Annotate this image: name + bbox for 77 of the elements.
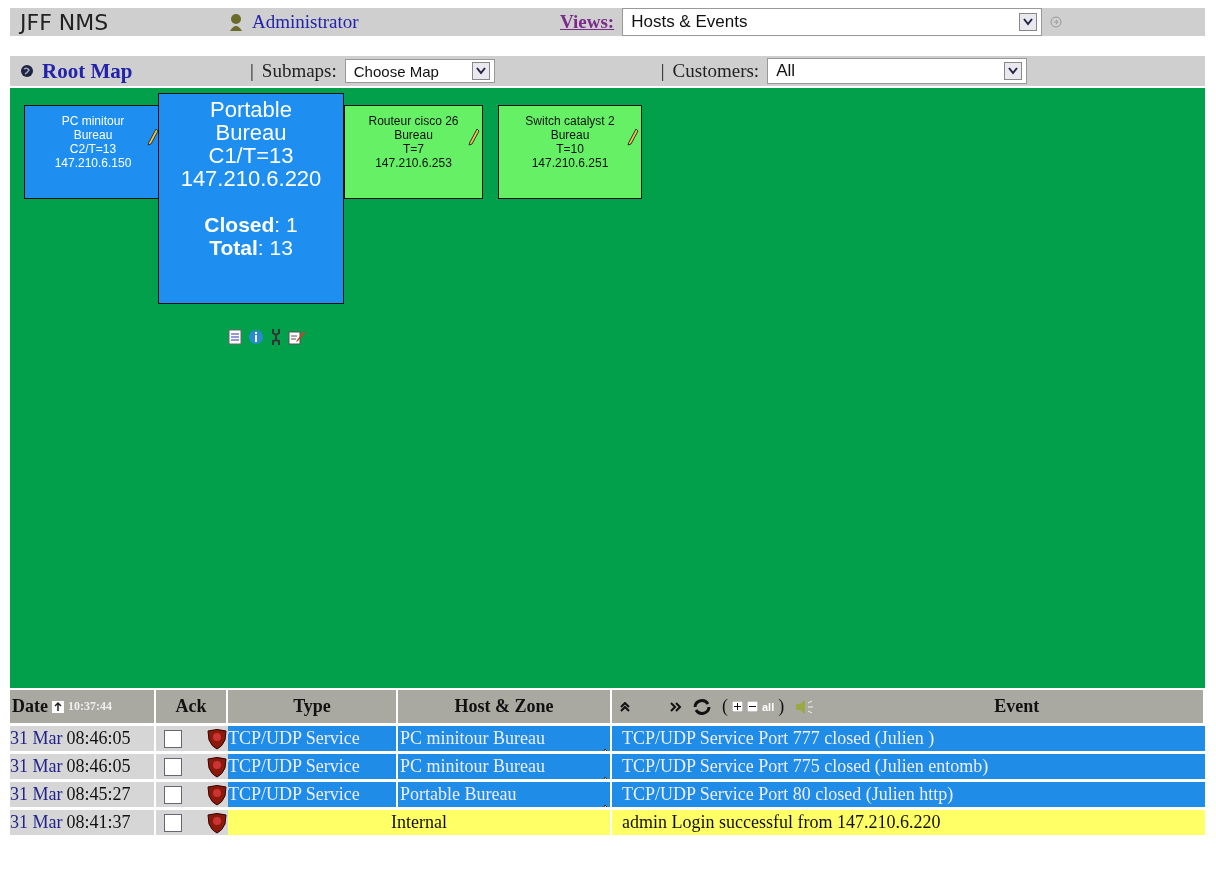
sort-up-icon[interactable]: [52, 700, 64, 713]
user-name[interactable]: Administrator: [252, 11, 552, 33]
user-icon: [228, 13, 244, 31]
double-up-icon[interactable]: [620, 701, 630, 712]
shield-icon: [206, 783, 228, 806]
table-cell: TCP/UDP Service Port 80 closed (Julien http): [612, 782, 1205, 807]
host-node[interactable]: Routeur cisco 26 Bureau T=7 147.210.6.253: [344, 105, 483, 199]
node-label: Routeur cisco 26: [367, 114, 460, 128]
ack-checkbox[interactable]: [164, 813, 182, 832]
shield-icon: [206, 811, 228, 834]
info-icon[interactable]: [248, 329, 264, 345]
wrench-icon[interactable]: [270, 328, 282, 346]
edit-icon[interactable]: [288, 329, 306, 345]
node-label: Switch catalyst 2: [524, 114, 616, 128]
shield-icon: [206, 755, 228, 778]
ack-checkbox[interactable]: [164, 729, 182, 748]
popup-label: 147.210.6.220: [179, 167, 323, 190]
date-column-title: Date: [12, 696, 48, 717]
table-cell: TCP/UDP Service Port 777 closed (Julien ): [612, 726, 1205, 751]
clock-time: 10:37:44: [68, 699, 112, 714]
ack-checkbox[interactable]: [164, 785, 182, 804]
date-cell: 31 Mar 08:46:05: [10, 726, 156, 751]
node-label: PC minitour: [60, 114, 126, 128]
paren-text: ): [778, 696, 785, 717]
node-label: T=10: [555, 142, 585, 156]
table-cell: admin Login successful from 147.210.6.220: [612, 810, 1205, 835]
table-cell: PC minitour Bureau: [398, 726, 598, 751]
table-cell: Internal: [228, 810, 612, 835]
table-cell: TCP/UDP Service: [228, 754, 398, 779]
date-cell: 31 Mar 08:41:37: [10, 810, 156, 835]
submaps-label: Submaps:: [261, 60, 337, 82]
node-label: 147.210.6.150: [53, 156, 133, 170]
node-label: Bureau: [393, 128, 434, 142]
pencil-icon[interactable]: [468, 128, 480, 146]
popup-stat: Total: 13: [208, 236, 294, 259]
separator: |: [250, 60, 254, 82]
table-cell: PC minitour Bureau: [398, 754, 598, 779]
plus-icon[interactable]: [732, 701, 743, 712]
shield-icon: [206, 727, 228, 750]
node-label: Bureau: [72, 128, 114, 142]
document-icon[interactable]: [228, 329, 242, 345]
app-title: JFF NMS: [20, 9, 110, 35]
submaps-select[interactable]: Choose Map: [344, 59, 495, 83]
node-label: T=7: [402, 142, 425, 156]
popup-label: Portable: [209, 98, 293, 121]
minus-icon[interactable]: [747, 701, 758, 712]
host-header[interactable]: Host & Zone: [398, 690, 612, 723]
pencil-icon[interactable]: [627, 128, 639, 146]
date-cell: 31 Mar 08:46:05: [10, 754, 156, 779]
customers-select[interactable]: All: [767, 58, 1028, 84]
refresh-icon[interactable]: [692, 697, 712, 716]
double-right-icon[interactable]: [670, 701, 682, 712]
type-header[interactable]: Type: [228, 690, 398, 723]
customers-label: Customers:: [672, 60, 760, 82]
paren-text: (: [722, 696, 728, 717]
ack-header[interactable]: Ack: [156, 690, 228, 723]
views-link[interactable]: Views:: [560, 11, 615, 33]
table-cell: TCP/UDP Service Port 775 closed (Julien entomb): [612, 754, 1205, 779]
separator: |: [660, 60, 665, 82]
date-header[interactable]: Date 10:37:44: [10, 690, 156, 723]
table-cell: TCP/UDP Service: [228, 782, 398, 807]
views-select[interactable]: Hosts & Events: [622, 8, 1043, 36]
popup-stat: Closed: 1: [203, 213, 299, 236]
root-map-link[interactable]: Root Map: [42, 58, 242, 84]
globe-icon: [20, 64, 34, 78]
node-label: 147.210.6.253: [374, 156, 453, 170]
table-cell: TCP/UDP Service: [228, 726, 398, 751]
ack-checkbox[interactable]: [164, 757, 182, 776]
node-label: C2/T=13: [68, 142, 118, 156]
table-cell: Portable Bureau: [398, 782, 598, 807]
host-node[interactable]: Switch catalyst 2 Bureau T=10 147.210.6.251: [498, 105, 642, 199]
popup-label: C1/T=13: [207, 144, 295, 167]
popup-label: Bureau: [214, 121, 288, 144]
node-label: 147.210.6.251: [530, 156, 610, 170]
node-label: Bureau: [549, 128, 591, 142]
date-cell: 31 Mar 08:45:27: [10, 782, 156, 807]
event-column-title: Event: [994, 696, 1040, 717]
